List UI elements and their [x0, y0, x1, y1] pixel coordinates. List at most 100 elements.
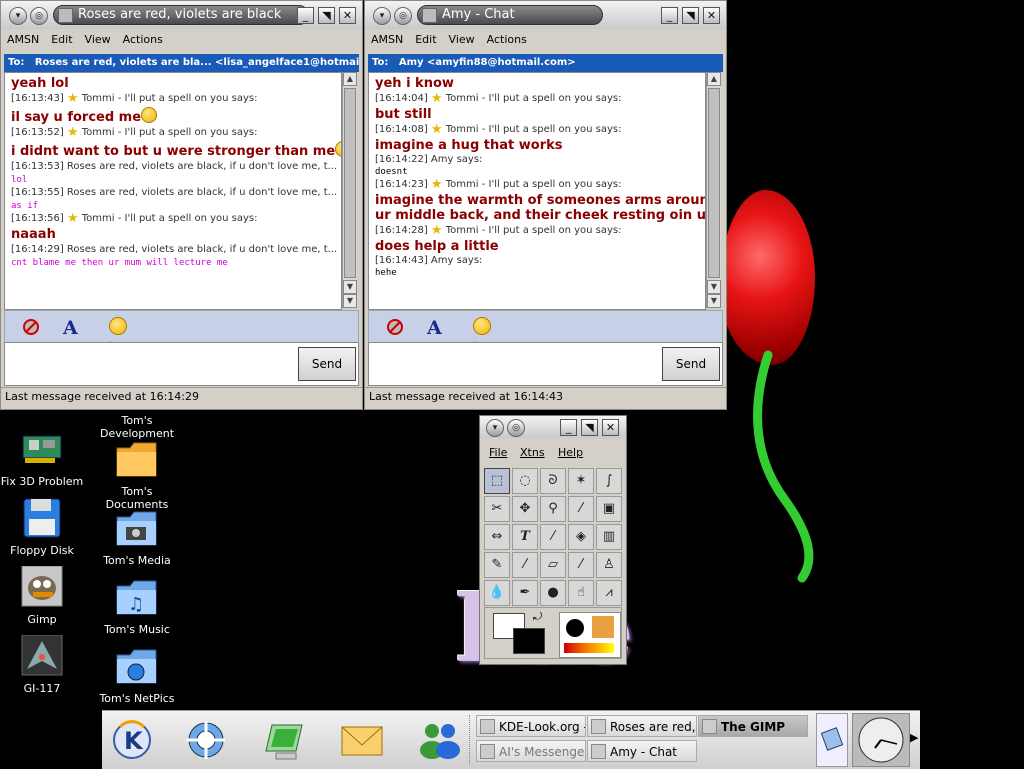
menu-actions[interactable]: Actions [481, 29, 533, 46]
title-bar[interactable]: ▾ ◎ Roses are red, violets are black _ ◥… [1, 1, 362, 29]
history-scrollbar[interactable]: ▲ ▼ ▼ [706, 72, 721, 308]
task-messenger[interactable]: AI's Messenger - C [476, 740, 586, 762]
send-button[interactable]: Send [298, 347, 356, 381]
sticky-icon[interactable]: ◎ [30, 7, 48, 25]
bucket-fill-icon[interactable]: ◈ [568, 524, 594, 550]
window-menu-icon[interactable]: ▾ [373, 7, 391, 25]
background-color-swatch[interactable] [513, 628, 545, 654]
rect-select-icon[interactable]: ⬚ [484, 468, 510, 494]
close-button[interactable]: ✕ [339, 7, 356, 24]
menu-edit[interactable]: Edit [409, 29, 442, 46]
desktop-icon-toms-media[interactable]: Tom's Media [92, 507, 182, 567]
scroll-thumb[interactable] [344, 88, 356, 278]
messenger-icon[interactable] [416, 717, 464, 763]
maximize-button[interactable]: ◥ [581, 419, 598, 436]
title-bar[interactable]: ▾ ◎ Amy - Chat _ ◥ ✕ [365, 1, 726, 29]
emoticon-menu-icon[interactable]: ▾ [109, 317, 129, 348]
scroll-up-icon[interactable]: ▲ [343, 72, 357, 86]
panel-hide-arrow-icon[interactable]: ▶ [910, 731, 918, 744]
scroll-down-icon[interactable]: ▼ [707, 280, 721, 294]
scissors-icon[interactable]: ✂ [484, 496, 510, 522]
desktop-icon-gimp[interactable]: Gimp [0, 565, 87, 626]
pencil-icon[interactable]: ✎ [484, 552, 510, 578]
magic-wand-icon[interactable]: ✶ [568, 468, 594, 494]
sticky-icon[interactable]: ◎ [394, 7, 412, 25]
browser-icon[interactable] [182, 717, 230, 763]
desktop-icon-fix-3d[interactable]: Fix 3D Problem [0, 428, 87, 488]
brush-preview-icon[interactable] [566, 619, 584, 637]
mail-icon[interactable] [338, 717, 386, 763]
flip-icon[interactable]: ⇔ [484, 524, 510, 550]
lasso-icon[interactable]: ᘐ [540, 468, 566, 494]
desktop-icon-toms-netpics[interactable]: Tom's NetPics [92, 645, 182, 705]
scroll-thumb[interactable] [708, 88, 720, 278]
font-icon[interactable]: A [63, 317, 83, 339]
move-icon[interactable]: ✥ [512, 496, 538, 522]
minimize-button[interactable]: _ [297, 7, 314, 24]
sticky-icon[interactable]: ◎ [507, 419, 525, 437]
dodge-burn-icon[interactable]: ● [540, 580, 566, 606]
minimize-button[interactable]: _ [560, 419, 577, 436]
maximize-button[interactable]: ◥ [318, 7, 335, 24]
task-gimp[interactable]: The GIMP [698, 715, 808, 737]
bezier-select-icon[interactable]: ∫ [596, 468, 622, 494]
desktop-icon-toms-documents[interactable]: Tom's Documents [92, 438, 182, 511]
blur-icon[interactable]: 💧 [484, 580, 510, 606]
scroll-up-icon[interactable]: ▲ [707, 72, 721, 86]
brush-pattern-gradient[interactable] [559, 612, 621, 658]
close-button[interactable]: ✕ [703, 7, 720, 24]
crop-icon[interactable]: ⁄ [568, 496, 594, 522]
menu-file[interactable]: File [489, 446, 507, 459]
history-scrollbar[interactable]: ▲ ▼ ▼ [342, 72, 357, 308]
text-tool-icon[interactable]: T [512, 524, 538, 550]
clone-icon[interactable]: ♙ [596, 552, 622, 578]
menu-xtns[interactable]: Xtns [520, 446, 545, 459]
desktop-icon-toms-music[interactable]: ♫ Tom's Music [92, 576, 182, 636]
color-picker-icon[interactable]: ⁄ [540, 524, 566, 550]
eraser-icon[interactable]: ▱ [540, 552, 566, 578]
block-icon[interactable] [385, 317, 405, 337]
gradient-preview[interactable] [564, 643, 614, 653]
kde-menu-icon[interactable]: K [108, 717, 156, 763]
ellipse-select-icon[interactable]: ◌ [512, 468, 538, 494]
message-history[interactable]: yeah lol [16:13:43] ★ Tommi - I'll put a… [4, 72, 342, 310]
menu-amsn[interactable]: AMSN [365, 29, 409, 46]
close-button[interactable]: ✕ [602, 419, 619, 436]
swap-colors-icon[interactable]: ⤾ [533, 610, 542, 624]
measure-icon[interactable]: ⩘ [596, 580, 622, 606]
menu-help[interactable]: Help [558, 446, 583, 459]
minimize-button[interactable]: _ [661, 7, 678, 24]
analog-clock[interactable] [852, 713, 910, 767]
scroll-down-icon[interactable]: ▼ [343, 280, 357, 294]
menu-view[interactable]: View [79, 29, 117, 46]
menu-amsn[interactable]: AMSN [1, 29, 45, 46]
block-icon[interactable] [21, 317, 41, 337]
menu-edit[interactable]: Edit [45, 29, 78, 46]
smudge-icon[interactable]: ☝ [568, 580, 594, 606]
scroll-down-icon[interactable]: ▼ [707, 294, 721, 308]
menu-view[interactable]: View [443, 29, 481, 46]
maximize-button[interactable]: ◥ [682, 7, 699, 24]
pattern-preview-icon[interactable] [592, 616, 614, 638]
window-menu-icon[interactable]: ▾ [486, 419, 504, 437]
window-menu-icon[interactable]: ▾ [9, 7, 27, 25]
font-icon[interactable]: A [427, 317, 447, 339]
zoom-icon[interactable]: ⚲ [540, 496, 566, 522]
airbrush-icon[interactable]: ⁄ [568, 552, 594, 578]
desktop-icon-gi117[interactable]: GI-117 [0, 634, 87, 695]
message-history[interactable]: yeh i know [16:14:04] ★ Tommi - I'll put… [368, 72, 706, 310]
paintbrush-icon[interactable]: ⁄ [512, 552, 538, 578]
desktop-icon-floppy[interactable]: Floppy Disk [0, 497, 87, 557]
scroll-down-icon[interactable]: ▼ [343, 294, 357, 308]
task-roses-chat[interactable]: Roses are red, vio [587, 715, 697, 737]
tray-clipboard-icon[interactable] [817, 714, 847, 766]
desktop-icon-toms-development[interactable]: Tom's Development [92, 414, 182, 440]
gradient-icon[interactable]: ▥ [596, 524, 622, 550]
transform-icon[interactable]: ▣ [596, 496, 622, 522]
emoticon-menu-icon[interactable]: ▾ [473, 317, 493, 348]
computer-icon[interactable] [262, 717, 310, 763]
task-kde-look[interactable]: KDE-Look.org - Ko [476, 715, 586, 737]
menu-actions[interactable]: Actions [117, 29, 169, 46]
task-amy-chat[interactable]: Amy - Chat [587, 740, 697, 762]
title-bar[interactable]: ▾ ◎ _ ◥ ✕ [480, 416, 626, 438]
